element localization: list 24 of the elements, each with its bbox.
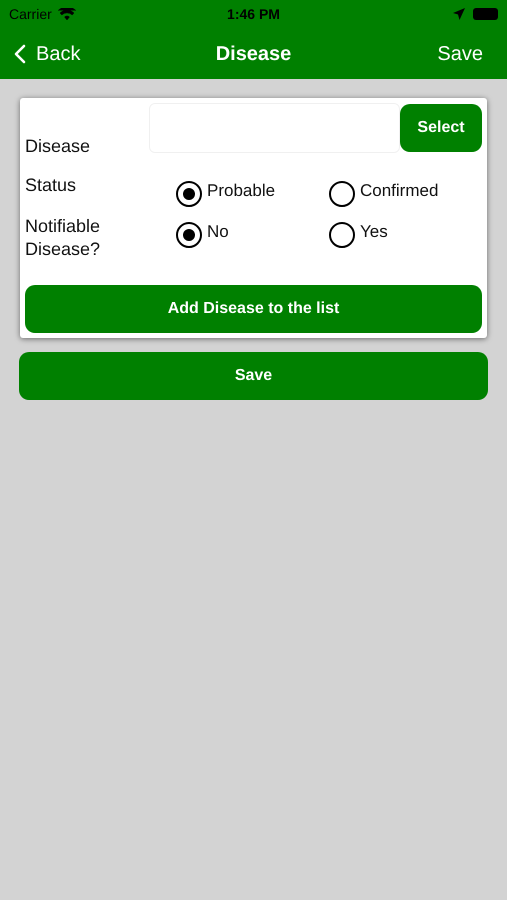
field-label: Status [25,174,78,197]
radio-selected-icon [176,222,202,248]
radio-unselected-icon [329,222,355,248]
clock-text: 1:46 PM [227,4,280,24]
wifi-icon [58,8,76,20]
field-label: Notifiable Disease? [25,215,102,261]
radio-option[interactable]: Yes [329,219,482,248]
battery-icon [473,8,498,20]
nav-save-button[interactable]: Save [437,38,483,68]
radio-option[interactable]: Probable [176,178,329,207]
location-arrow-icon [453,8,465,20]
chevron-left-icon [14,44,26,64]
disease-input-field[interactable] [149,103,400,153]
radio-option[interactable]: Confirmed [329,178,482,207]
select-button[interactable]: Select [400,104,482,152]
carrier-text: Carrier [9,4,52,24]
radio-unselected-icon [329,181,355,207]
radio-option[interactable]: No [176,219,329,248]
back-button[interactable]: Back [14,38,80,68]
add-disease-button[interactable]: Add Disease to the list [25,285,482,333]
screen-title: Disease [216,42,292,66]
save-button[interactable]: Save [19,352,488,400]
radio-selected-icon [176,181,202,207]
disease-label: Disease [25,135,92,158]
